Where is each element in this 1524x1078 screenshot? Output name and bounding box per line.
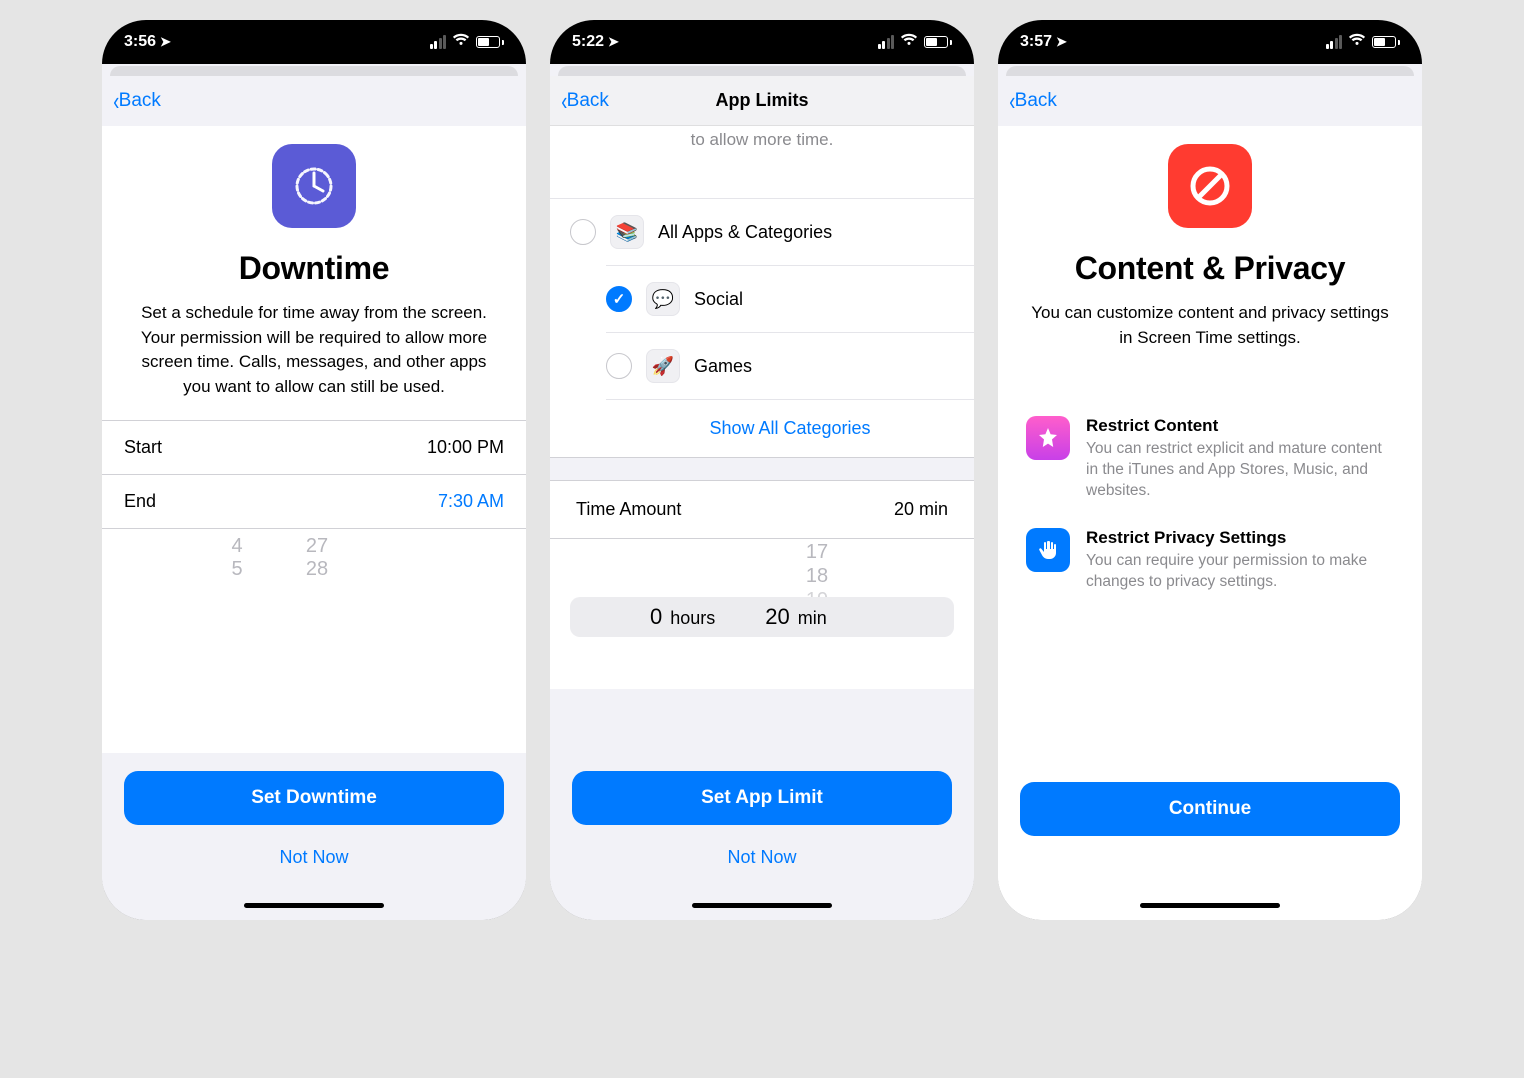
wifi-icon <box>900 33 918 52</box>
page-description: Set a schedule for time away from the sc… <box>128 301 500 400</box>
page-title: Downtime <box>128 250 500 287</box>
battery-icon <box>924 36 952 48</box>
back-button[interactable]: ‹ Back <box>560 88 609 114</box>
chevron-left-icon: ‹ <box>561 88 567 114</box>
show-all-categories-button[interactable]: Show All Categories <box>606 399 974 457</box>
feature-title: Restrict Content <box>1086 416 1394 436</box>
chevron-left-icon: ‹ <box>1009 88 1015 114</box>
hero: Content & Privacy You can customize cont… <box>998 126 1422 370</box>
nav-title: App Limits <box>550 90 974 111</box>
end-row[interactable]: End 7:30 AM <box>102 475 526 529</box>
nav-bar: ‹ Back App Limits <box>550 76 974 126</box>
end-value: 7:30 AM <box>438 491 504 512</box>
category-label: All Apps & Categories <box>658 222 832 243</box>
radio-unchecked[interactable] <box>606 353 632 379</box>
category-list: 📚 All Apps & Categories 💬 Social 🚀 Games… <box>550 198 974 457</box>
back-button[interactable]: ‹ Back <box>112 88 161 114</box>
time-amount-label: Time Amount <box>576 499 681 520</box>
continue-button[interactable]: Continue <box>1020 782 1400 836</box>
status-bar: 5:22 ➤ <box>550 20 974 64</box>
time-amount-value: 20 min <box>894 499 948 520</box>
back-label: Back <box>1015 90 1057 112</box>
hero: Downtime Set a schedule for time away fr… <box>102 126 526 420</box>
status-bar: 3:57 ➤ <box>998 20 1422 64</box>
category-row-all[interactable]: 📚 All Apps & Categories <box>550 198 974 265</box>
chevron-left-icon: ‹ <box>113 88 119 114</box>
back-label: Back <box>567 90 609 112</box>
sheet-handle <box>1006 66 1414 76</box>
back-button[interactable]: ‹ Back <box>1008 88 1057 114</box>
star-icon <box>1026 416 1070 460</box>
cellular-icon <box>878 35 895 49</box>
feature-desc: You can require your permission to make … <box>1086 551 1394 593</box>
category-label: Games <box>694 356 752 377</box>
status-bar: 3:56 ➤ <box>102 20 526 64</box>
wifi-icon <box>452 33 470 52</box>
feature-restrict-privacy: Restrict Privacy Settings You can requir… <box>998 528 1422 619</box>
home-indicator[interactable] <box>998 890 1422 920</box>
page-title: Content & Privacy <box>1024 250 1396 287</box>
location-icon: ➤ <box>160 34 171 50</box>
set-app-limit-button[interactable]: Set App Limit <box>572 771 952 825</box>
back-label: Back <box>119 90 161 112</box>
home-indicator[interactable] <box>550 890 974 920</box>
location-icon: ➤ <box>608 34 619 50</box>
restrict-icon <box>1168 144 1252 228</box>
not-now-button[interactable]: Not Now <box>572 835 952 880</box>
duration-picker[interactable]: 17 18 19 0 hours 20 min <box>550 539 974 689</box>
wifi-icon <box>1348 33 1366 52</box>
feature-title: Restrict Privacy Settings <box>1086 528 1394 548</box>
battery-icon <box>1372 36 1400 48</box>
sheet-handle <box>558 66 966 76</box>
feature-restrict-content: Restrict Content You can restrict explic… <box>998 416 1422 528</box>
sheet-handle <box>110 66 518 76</box>
social-icon: 💬 <box>646 282 680 316</box>
picker-minutes-unit: min <box>798 608 827 629</box>
status-time: 3:57 <box>1020 33 1052 51</box>
games-icon: 🚀 <box>646 349 680 383</box>
location-icon: ➤ <box>1056 34 1067 50</box>
start-value: 10:00 PM <box>427 437 504 458</box>
set-downtime-button[interactable]: Set Downtime <box>124 771 504 825</box>
feature-desc: You can restrict explicit and mature con… <box>1086 439 1394 502</box>
page-description: You can customize content and privacy se… <box>1024 301 1396 350</box>
category-row-social[interactable]: 💬 Social <box>606 265 974 332</box>
nav-bar: ‹ Back <box>102 76 526 126</box>
picker-hours-unit: hours <box>670 608 715 629</box>
downtime-icon <box>272 144 356 228</box>
status-time: 5:22 <box>572 33 604 51</box>
category-label: Social <box>694 289 743 310</box>
hand-icon <box>1026 528 1070 572</box>
picker-minutes: 20 <box>765 604 789 630</box>
status-time: 3:56 <box>124 33 156 51</box>
all-apps-icon: 📚 <box>610 215 644 249</box>
time-amount-row[interactable]: Time Amount 20 min <box>550 481 974 539</box>
category-row-games[interactable]: 🚀 Games <box>606 332 974 399</box>
phone-app-limits: 5:22 ➤ ‹ Back App Limits to allow more t… <box>550 20 974 920</box>
nav-bar: ‹ Back <box>998 76 1422 126</box>
truncated-description: to allow more time. <box>550 126 974 158</box>
cellular-icon <box>430 35 447 49</box>
battery-icon <box>476 36 504 48</box>
not-now-button[interactable]: Not Now <box>124 835 504 880</box>
time-picker-preview[interactable]: 4 5 27 28 <box>102 529 526 581</box>
home-indicator[interactable] <box>102 890 526 920</box>
start-row[interactable]: Start 10:00 PM <box>102 421 526 475</box>
end-label: End <box>124 491 156 512</box>
radio-checked[interactable] <box>606 286 632 312</box>
phone-content-privacy: 3:57 ➤ ‹ Back Content & Privacy You can … <box>998 20 1422 920</box>
cellular-icon <box>1326 35 1343 49</box>
picker-hours: 0 <box>650 604 662 630</box>
radio-unchecked[interactable] <box>570 219 596 245</box>
phone-downtime: 3:56 ➤ ‹ Back Downtime Set a schedule fo… <box>102 20 526 920</box>
start-label: Start <box>124 437 162 458</box>
